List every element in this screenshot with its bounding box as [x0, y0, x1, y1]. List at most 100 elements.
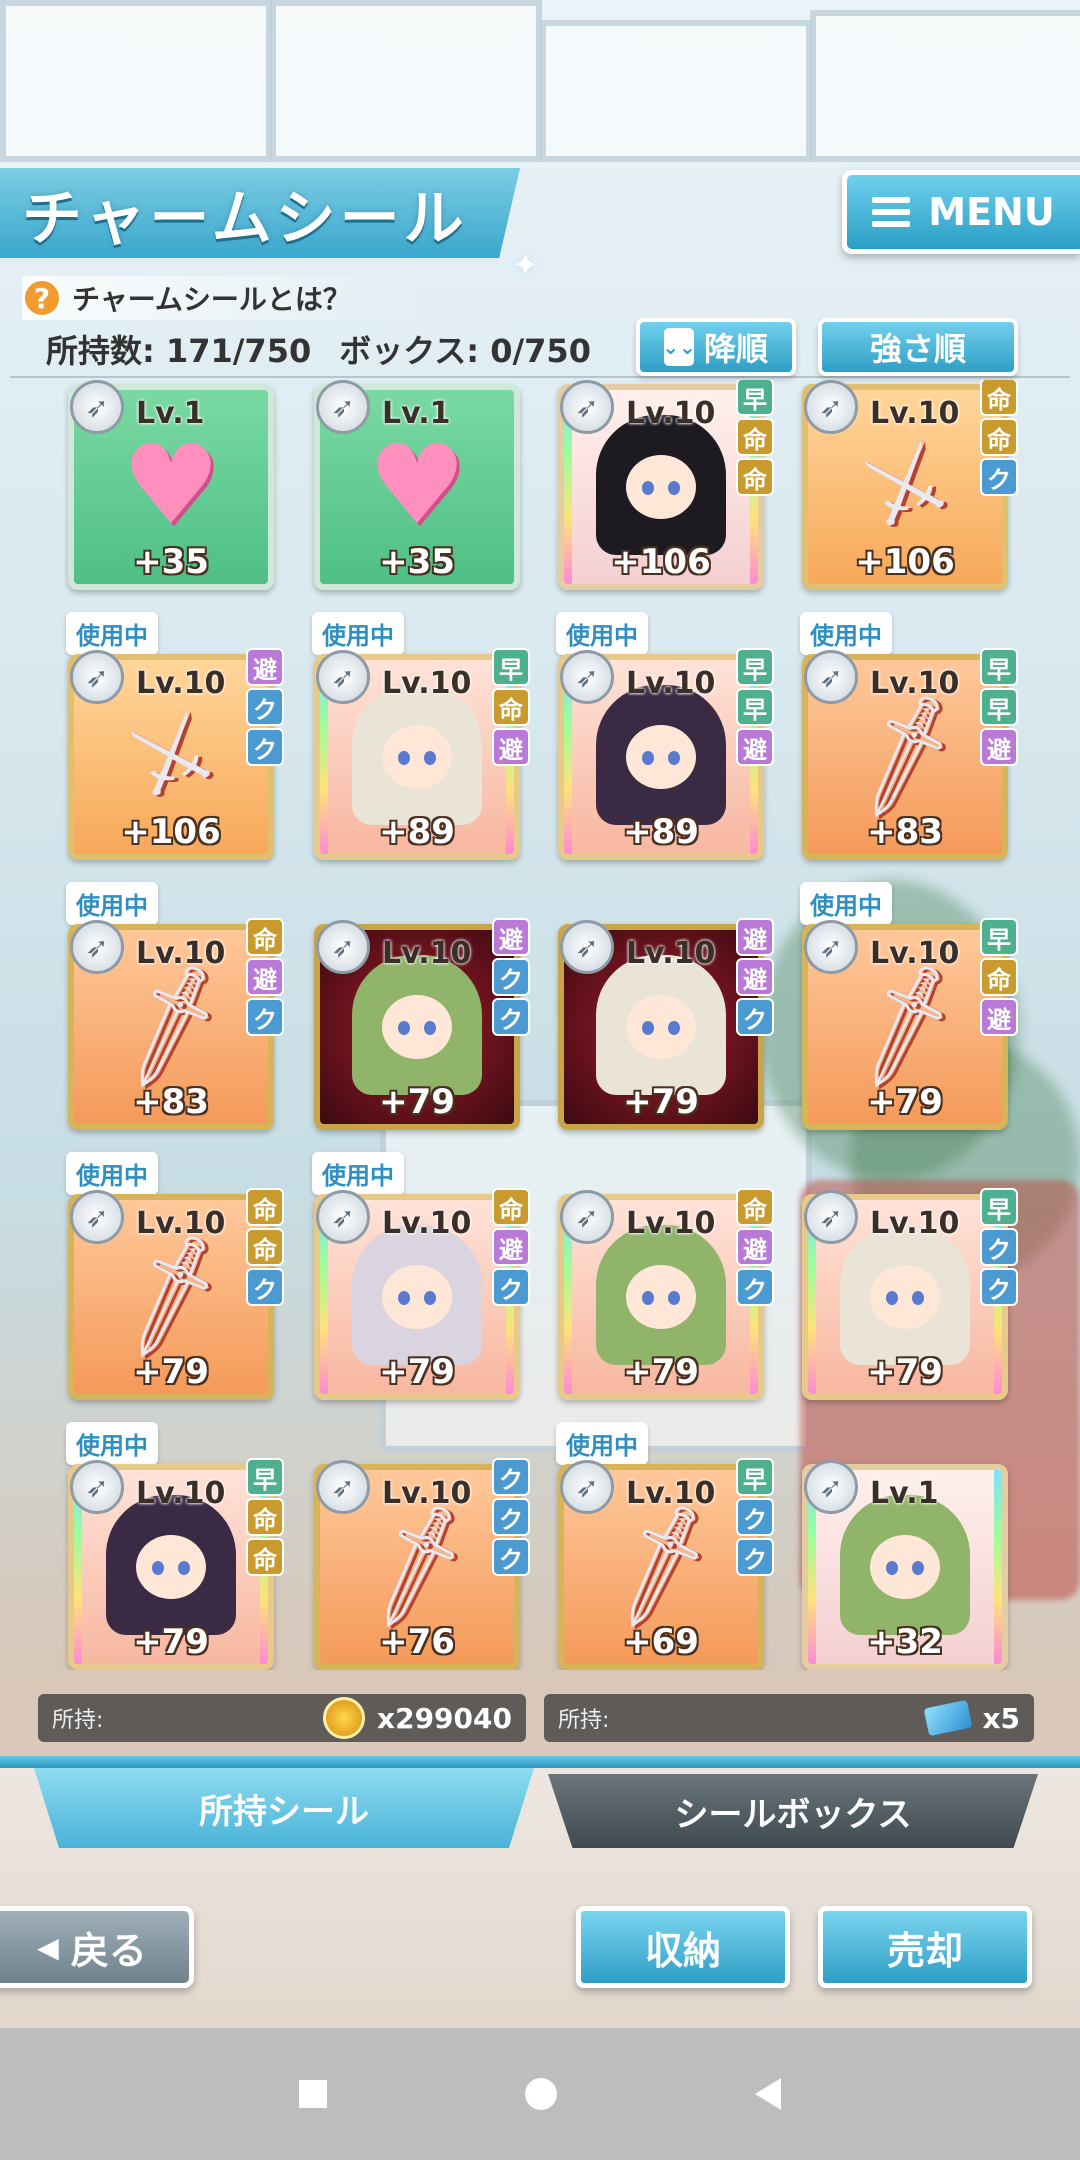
seal-level: Lv.10 — [382, 666, 472, 701]
tab-seal-box[interactable]: シールボックス — [548, 1774, 1038, 1848]
seal-card-cell[interactable]: 使用中 Lv.10 +79 ➶ 早命命 — [66, 1422, 284, 1670]
skill-tags: 命命ク — [246, 1188, 284, 1306]
seal-art: 🗡 — [824, 951, 986, 1098]
skill-tags: 早早避 — [980, 648, 1018, 766]
hamburger-icon — [872, 197, 911, 227]
sword-icon: 🗡 — [340, 1491, 494, 1638]
skill-tag: ク — [736, 1538, 774, 1576]
seal-card-cell[interactable]: 使用中 🗡 Lv.10 +83 ➶ 早早避 — [800, 612, 1018, 874]
seal-art — [580, 415, 742, 555]
sort-key-label: 強さ順 — [869, 330, 966, 368]
menu-button[interactable]: MENU — [842, 170, 1080, 254]
seal-power: +35 — [379, 542, 455, 582]
seal-power: +89 — [379, 812, 455, 852]
help-link[interactable]: ? チャームシールとは？ — [22, 276, 431, 320]
skill-tags: 命命ク — [980, 380, 1018, 496]
help-text: チャームシールとは？ — [72, 283, 351, 316]
seal-card-cell[interactable]: 使用中 ⚔ Lv.10 +106 ➶ 避クク — [66, 612, 284, 874]
seal-card-cell[interactable]: 使用中 🗡 Lv.10 +69 ➶ 早クク — [556, 1422, 774, 1670]
seal-card-cell[interactable]: 使用中 Lv.10 +89 ➶ 早命避 — [312, 612, 530, 874]
seal-level: Lv.10 — [626, 396, 716, 431]
seal-power: +79 — [867, 1082, 943, 1122]
seal-card-cell[interactable]: 使用中 Lv.10 +89 ➶ 早早避 — [556, 612, 774, 874]
sword-icon: 🗡 — [828, 951, 982, 1098]
box-count: ボックス: 0/750 — [339, 332, 591, 370]
character-portrait — [106, 1495, 236, 1635]
seal-art: 🗡 — [90, 1221, 252, 1368]
skill-tag: 命 — [492, 688, 530, 726]
skill-tag: 早 — [246, 1458, 284, 1496]
seal-art — [90, 1495, 252, 1635]
recents-icon[interactable] — [299, 2080, 327, 2108]
character-portrait — [352, 685, 482, 825]
skill-tag: ク — [246, 728, 284, 766]
seal-power: +83 — [867, 812, 943, 852]
skill-tags: 早命避 — [492, 648, 530, 766]
skill-tags: 避避ク — [736, 918, 774, 1036]
skill-tag: ク — [492, 958, 530, 996]
sort-order-label: 降順 — [703, 330, 768, 368]
seal-power: +32 — [867, 1622, 943, 1662]
gold-balance: 所持: x299040 — [38, 1694, 526, 1742]
in-use-badge: 使用中 — [312, 1152, 404, 1195]
ticket-icon — [924, 1699, 973, 1737]
skill-tags: 命避ク — [492, 1188, 530, 1306]
skill-tag: 早 — [736, 1458, 774, 1496]
tab-strip — [0, 1756, 1080, 1768]
skill-tags: 命避ク — [246, 918, 284, 1036]
home-icon[interactable] — [525, 2078, 557, 2110]
seal-level: Lv.10 — [870, 936, 960, 971]
skill-tag: 命 — [246, 1188, 284, 1226]
character-portrait — [352, 955, 482, 1095]
seal-art: 🗡 — [336, 1491, 498, 1638]
skill-tag: 避 — [492, 918, 530, 956]
store-button[interactable]: 収納 — [576, 1906, 790, 1988]
seal-card-cell[interactable]: Lv.10 +106 ➶ 早命命 — [558, 380, 774, 604]
back-triangle-icon[interactable] — [755, 2078, 781, 2110]
seal-card-cell[interactable]: 使用中 Lv.10 +79 ➶ 命避ク — [312, 1152, 530, 1414]
type-icon: ➶ — [70, 1460, 124, 1514]
seal-level: Lv.10 — [626, 666, 716, 701]
seal-card-cell[interactable]: Lv.10 +79 ➶ 避避ク — [558, 918, 774, 1144]
seal-card-cell[interactable]: 🗡 Lv.10 +76 ➶ ククク — [314, 1458, 530, 1670]
seal-card-cell[interactable]: Lv.1 +32 ➶ — [802, 1460, 1016, 1670]
in-use-badge: 使用中 — [556, 612, 648, 655]
type-icon: ➶ — [316, 380, 370, 434]
seal-card-cell[interactable]: Lv.10 +79 ➶ 避クク — [314, 918, 530, 1144]
skill-tag: ク — [246, 688, 284, 726]
seal-card-cell[interactable]: 使用中 🗡 Lv.10 +79 ➶ 命命ク — [66, 1152, 284, 1414]
seal-card-cell[interactable]: ⚔ Lv.10 +106 ➶ 命命ク — [802, 380, 1018, 604]
in-use-badge: 使用中 — [556, 1422, 648, 1465]
seal-card-cell[interactable]: 使用中 🗡 Lv.10 +83 ➶ 命避ク — [66, 882, 284, 1144]
character-portrait — [596, 415, 726, 555]
sort-order-button[interactable]: ⌄⌄ 降順 — [636, 318, 796, 376]
seal-card-cell[interactable]: Lv.10 +79 ➶ 命避ク — [558, 1188, 774, 1414]
seal-level: Lv.10 — [136, 1206, 226, 1241]
seal-power: +79 — [623, 1352, 699, 1392]
seal-level: Lv.10 — [870, 396, 960, 431]
skill-tag: 命 — [492, 1188, 530, 1226]
seal-art — [580, 955, 742, 1095]
seal-power: +69 — [623, 1622, 699, 1662]
skill-tag: 避 — [492, 1228, 530, 1266]
back-button[interactable]: ◀ 戻る — [0, 1906, 194, 1988]
skill-tag: 避 — [492, 728, 530, 766]
seal-card-cell[interactable]: 使用中 🗡 Lv.10 +79 ➶ 早命避 — [800, 882, 1018, 1144]
type-icon: ➶ — [804, 1190, 858, 1244]
seal-card-cell[interactable]: Lv.10 +79 ➶ 早クク — [802, 1188, 1018, 1414]
character-portrait — [352, 1225, 482, 1365]
seal-card-cell[interactable]: ♥ Lv.1 +35 ➶ — [314, 380, 528, 604]
character-portrait — [840, 1495, 970, 1635]
gold-value: x299040 — [377, 1701, 512, 1735]
sort-key-button[interactable]: 強さ順 — [818, 318, 1018, 376]
divider — [10, 376, 1070, 378]
tab-owned-seals[interactable]: 所持シール — [34, 1768, 534, 1848]
sell-button[interactable]: 売却 — [818, 1906, 1032, 1988]
type-icon: ➶ — [560, 1460, 614, 1514]
ticket-label: 所持: — [558, 1708, 610, 1733]
type-icon: ➶ — [804, 650, 858, 704]
seal-art: 🗡 — [824, 681, 986, 828]
type-icon: ➶ — [316, 920, 370, 974]
seal-card-cell[interactable]: ♥ Lv.1 +35 ➶ — [68, 380, 282, 604]
system-nav-bar — [0, 2028, 1080, 2160]
